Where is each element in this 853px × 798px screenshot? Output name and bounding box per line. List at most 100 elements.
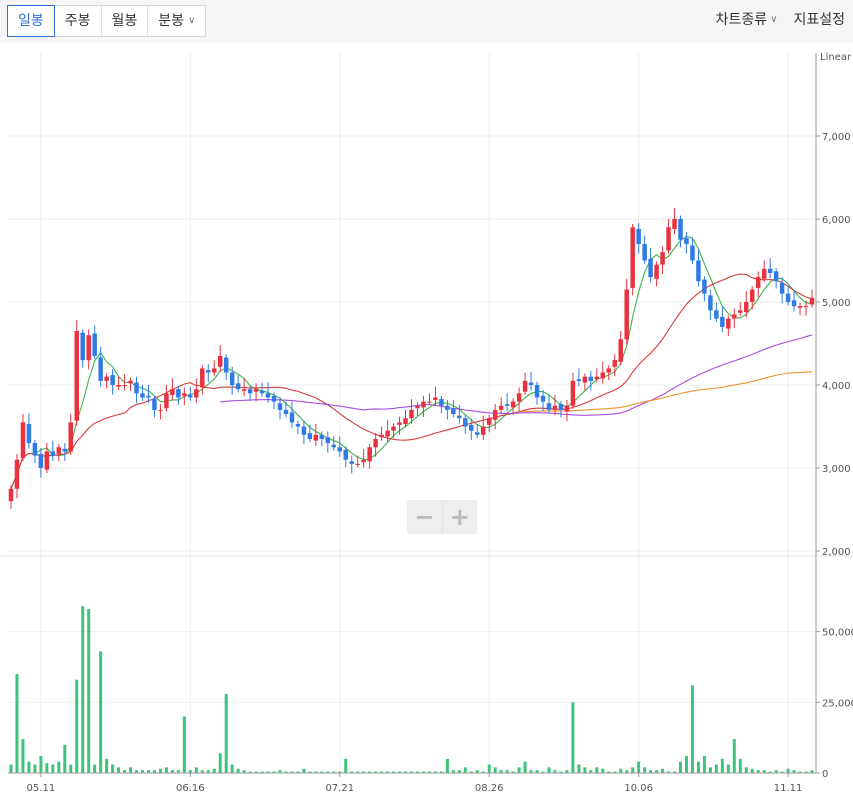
candle-body (74, 331, 79, 421)
volume-bar (744, 767, 748, 773)
candle-body (355, 463, 360, 465)
candle-body (445, 405, 450, 410)
volume-bar (21, 739, 25, 773)
chevron-down-icon: ∨ (188, 15, 196, 26)
candle-body (594, 376, 600, 380)
volume-bar (302, 768, 306, 773)
candle-body (612, 360, 617, 367)
volume-bar (702, 756, 706, 773)
chart-type-button[interactable]: 차트종류 ∨ (708, 5, 786, 35)
tab-daily[interactable]: 일봉 (7, 5, 55, 37)
candle-body (44, 451, 50, 470)
volume-bar (87, 609, 91, 773)
candle-body (773, 271, 779, 282)
volume-bar (63, 744, 67, 773)
candle-body (295, 424, 301, 427)
candlestick-series (8, 208, 815, 509)
tab-daily-label: 일봉 (18, 13, 44, 29)
zoom-control: − + (407, 500, 477, 534)
candle-body (570, 380, 576, 406)
candle-body (415, 405, 420, 409)
candle-body (128, 380, 133, 384)
candle-body (62, 448, 68, 452)
candle-body (618, 339, 623, 362)
candle-body (367, 447, 372, 462)
ma5-line (10, 235, 813, 490)
candle-body (684, 238, 689, 244)
volume-bar (117, 767, 121, 773)
volume-bar (236, 768, 240, 773)
candle-body (600, 372, 606, 379)
candle-body (809, 297, 815, 305)
date-tick-label: 11.11 (774, 783, 803, 794)
candle-body (702, 279, 707, 294)
candle-body (223, 357, 229, 373)
stock-chart[interactable]: Linear 2,000 3,000 4,000 5,000 6,000 7,000 0 25,… (0, 43, 853, 798)
ma60-line (220, 334, 813, 416)
volume-bar (344, 758, 348, 773)
volume-bar (643, 767, 647, 773)
tab-monthly[interactable]: 월봉 (102, 6, 149, 36)
candle-body (116, 385, 121, 387)
candle-body (146, 395, 151, 398)
candle-body (666, 227, 671, 251)
candle-body (397, 422, 402, 425)
candle-body (343, 449, 348, 460)
candle-body (229, 372, 235, 385)
candle-body (176, 389, 181, 398)
candle-body (624, 289, 629, 340)
candle-body (104, 376, 109, 381)
indicator-settings-button[interactable]: 지표설정 (785, 5, 853, 35)
candle-body (110, 375, 115, 385)
candle-body (14, 459, 20, 489)
volume-bar (182, 716, 186, 773)
candle-body (576, 379, 582, 381)
candle-body (475, 432, 480, 435)
zoom-in-button[interactable]: + (441, 500, 478, 534)
volume-bar (493, 767, 497, 773)
candle-body (253, 389, 259, 392)
volume-bar (164, 767, 168, 773)
chevron-down-icon: ∨ (770, 14, 778, 25)
moving-average-lines (10, 235, 813, 490)
candle-body (552, 405, 558, 410)
volume-bar (99, 651, 103, 773)
volume-bar (39, 756, 43, 773)
price-tick-label: 6,000 (822, 215, 851, 226)
candle-body (714, 310, 719, 319)
candle-body (738, 310, 743, 313)
indicator-settings-label: 지표설정 (793, 12, 845, 28)
volume-bar (750, 768, 754, 773)
candle-body (50, 451, 56, 456)
candle-body (433, 397, 438, 400)
volume-bar (690, 685, 694, 773)
candle-body (636, 228, 641, 244)
candle-body (188, 394, 193, 398)
candle-body (409, 409, 414, 419)
candle-body (564, 405, 570, 412)
tab-weekly[interactable]: 주봉 (55, 6, 102, 36)
candle-body (690, 245, 695, 261)
candle-body (337, 447, 343, 452)
candle-body (164, 393, 169, 409)
chart-axes: Linear 2,000 3,000 4,000 5,000 6,000 7,000 0 25,… (8, 52, 853, 794)
zoom-out-button[interactable]: − (407, 500, 442, 534)
tab-minute[interactable]: 분봉 ∨ (148, 6, 205, 36)
candle-body (606, 368, 612, 373)
volume-bar (601, 768, 605, 773)
candle-body (277, 403, 283, 410)
chart-type-label: 차트종류 (715, 12, 768, 28)
candle-body (8, 488, 14, 502)
candle-body (463, 418, 468, 427)
volume-bar (75, 679, 79, 773)
scale-label[interactable]: Linear (820, 52, 852, 63)
candle-body (720, 316, 725, 327)
candle-body (325, 437, 331, 444)
candle-body (331, 444, 337, 448)
candle-body (265, 393, 271, 398)
volume-bar (547, 767, 551, 773)
candle-body (152, 399, 157, 410)
volume-bar (595, 767, 599, 773)
volume-bar (158, 768, 162, 773)
volume-bar (714, 764, 718, 773)
